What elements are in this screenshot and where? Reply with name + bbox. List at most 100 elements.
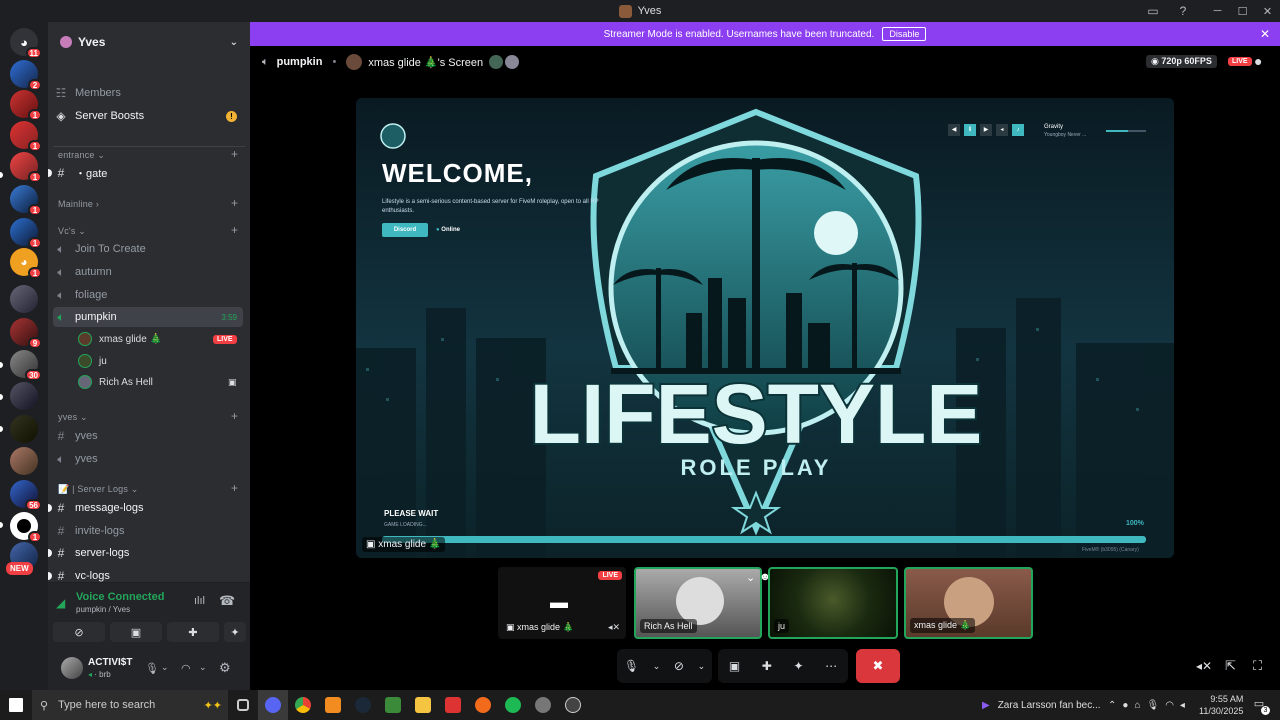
wifi-icon[interactable]: ◠: [1165, 700, 1174, 711]
pop-out-icon[interactable]: ⇱: [1225, 658, 1236, 674]
chevron-down-icon[interactable]: ⌄: [161, 662, 169, 673]
channel-server-logs[interactable]: # server-logs: [53, 543, 243, 563]
discord-link-button[interactable]: Discord: [382, 223, 428, 237]
notification-center-button[interactable]: ▭ 3: [1251, 697, 1270, 715]
disable-streamer-mode-button[interactable]: Disable: [882, 27, 927, 41]
add-channel-icon[interactable]: +: [231, 147, 238, 161]
server-icon-5[interactable]: 1: [10, 185, 42, 216]
microphone-icon[interactable]: 🎙︎: [145, 662, 159, 675]
add-channel-icon[interactable]: +: [231, 481, 238, 495]
media-widget[interactable]: ▶ Zara Larsson fan bec...: [982, 690, 1101, 720]
volume-icon[interactable]: ◂: [996, 124, 1008, 136]
taskbar-app-green[interactable]: [378, 690, 408, 720]
taskbar-app-play[interactable]: [558, 690, 588, 720]
voice-channel-join-to-create[interactable]: 🔈︎ Join To Create: [53, 239, 243, 259]
taskbar-app-gray[interactable]: [528, 690, 558, 720]
chevron-up-icon[interactable]: ⌃: [1108, 700, 1116, 711]
activities-icon[interactable]: ✚: [762, 659, 772, 673]
taskbar-app-fivem[interactable]: [468, 690, 498, 720]
tray-app-icon[interactable]: ●: [1122, 700, 1128, 711]
participant-tile-xmas-glide[interactable]: xmas glide 🎄: [904, 567, 1033, 639]
taskbar-spotify[interactable]: [498, 690, 528, 720]
server-icon-14[interactable]: 56: [10, 480, 42, 511]
server-icon-12[interactable]: [10, 415, 38, 443]
taskbar-file-explorer[interactable]: [408, 690, 438, 720]
voice-location[interactable]: pumpkin / Yves: [76, 605, 130, 614]
guild-header[interactable]: Yves ⌄: [48, 22, 250, 62]
server-icon-7[interactable]: ◕ 1: [10, 248, 42, 279]
close-icon[interactable]: ✕: [1260, 27, 1270, 41]
server-icon-1[interactable]: 2: [10, 60, 42, 91]
microphone-icon[interactable]: 🎙︎: [1146, 700, 1159, 711]
voice-user-ju[interactable]: ju: [78, 351, 107, 371]
volume-mute-icon[interactable]: ◂✕: [1196, 659, 1212, 673]
disconnect-icon[interactable]: ☎: [219, 593, 235, 609]
headphones-icon[interactable]: ◠: [181, 662, 191, 675]
clock[interactable]: 9:55 AM 11/30/2025: [1199, 693, 1243, 717]
volume-icon[interactable]: ◂: [1180, 700, 1185, 711]
network-icon[interactable]: ⌂: [1134, 700, 1140, 711]
add-channel-icon[interactable]: +: [231, 196, 238, 210]
voice-channel-foliage[interactable]: 🔈︎ foliage: [53, 285, 243, 305]
server-icon-6[interactable]: 1: [10, 218, 42, 249]
camera-toggle-button[interactable]: ⊘: [53, 622, 105, 642]
taskbar-chrome[interactable]: [288, 690, 318, 720]
chevron-down-icon[interactable]: ⌄: [199, 662, 207, 673]
minimize-button[interactable]: ─: [1205, 0, 1230, 22]
taskbar-discord[interactable]: [258, 690, 288, 720]
noise-suppression-icon[interactable]: ılıl: [194, 595, 205, 607]
category-yves[interactable]: yves ⌄: [58, 412, 88, 423]
camera-off-icon[interactable]: ⊘: [674, 659, 684, 673]
voice-channel-yves[interactable]: 🔈︎ yves: [53, 449, 243, 469]
category-entrance[interactable]: entrance ⌄: [58, 150, 105, 161]
inbox-icon[interactable]: ▭: [1145, 3, 1161, 19]
participant-tile-ju[interactable]: ju: [768, 567, 898, 639]
pause-icon[interactable]: Ⅱ: [964, 124, 976, 136]
chevron-down-icon[interactable]: ⌄: [698, 661, 706, 672]
direct-messages-button[interactable]: ◕ 11: [10, 28, 42, 59]
username[interactable]: ACTIVI$T: [88, 657, 132, 668]
members-item[interactable]: ☷ Members: [53, 83, 243, 103]
task-view-button[interactable]: [228, 690, 258, 720]
screen-share-stream[interactable]: LIFESTYLE ROLE PLAY WELCOME, Lifestyle i…: [356, 98, 1174, 558]
avatar[interactable]: [61, 657, 83, 679]
next-icon[interactable]: ▶: [980, 124, 992, 136]
channel-gate[interactable]: # ・gate: [53, 163, 243, 183]
taskbar-search[interactable]: ⚲ Type here to search ✦✦: [32, 690, 228, 720]
voice-user-rich-as-hell[interactable]: Rich As Hell: [78, 372, 153, 392]
taskbar-app-red[interactable]: [438, 690, 468, 720]
taskbar-steam[interactable]: [348, 690, 378, 720]
chat-bubble-icon[interactable]: ●: [1254, 53, 1262, 69]
server-icon-3[interactable]: 1: [10, 121, 42, 152]
chevron-down-icon[interactable]: ⌄: [653, 661, 661, 672]
taskbar-app-orange[interactable]: [318, 690, 348, 720]
category-mainline[interactable]: Mainline ›: [58, 199, 99, 209]
server-icon-9[interactable]: 9: [10, 318, 42, 349]
more-icon[interactable]: ⋯: [825, 659, 837, 673]
voice-channel-pumpkin[interactable]: 🔈︎ pumpkin 3:59: [53, 307, 243, 327]
server-boosts-item[interactable]: ◈ Server Boosts!: [53, 106, 243, 126]
close-window-button[interactable]: ✕: [1255, 0, 1280, 22]
channel-invite-logs[interactable]: # invite-logs: [53, 521, 243, 541]
participant-tile-rich-as-hell[interactable]: Rich As Hell: [634, 567, 762, 639]
voice-status[interactable]: Voice Connected: [76, 591, 164, 603]
category-server-logs[interactable]: 📝 | Server Logs ⌄: [58, 484, 139, 495]
maximize-button[interactable]: ☐: [1230, 0, 1255, 22]
screen-share-icon[interactable]: ▣: [729, 659, 740, 673]
server-icon-15[interactable]: 1: [10, 512, 42, 543]
server-icon-4[interactable]: 1: [10, 152, 42, 183]
voice-channel-autumn[interactable]: 🔈︎ autumn: [53, 262, 243, 282]
server-icon-10[interactable]: 30: [10, 350, 42, 381]
soundboard-button[interactable]: ✦: [224, 622, 246, 642]
disconnect-button[interactable]: ✖: [856, 649, 900, 683]
chevron-down-icon[interactable]: ⌄: [746, 571, 755, 591]
volume-slider[interactable]: [1106, 130, 1146, 132]
server-icon-8[interactable]: [10, 285, 38, 313]
settings-gear-icon[interactable]: ⚙: [219, 660, 231, 676]
activities-button[interactable]: ✚: [167, 622, 219, 642]
category-vcs[interactable]: Vc's ⌄: [58, 226, 86, 237]
previous-icon[interactable]: ◀: [948, 124, 960, 136]
soundboard-icon[interactable]: ✦: [793, 659, 803, 673]
fullscreen-icon[interactable]: ⛶: [1253, 658, 1262, 674]
server-icon-11[interactable]: [10, 382, 38, 410]
